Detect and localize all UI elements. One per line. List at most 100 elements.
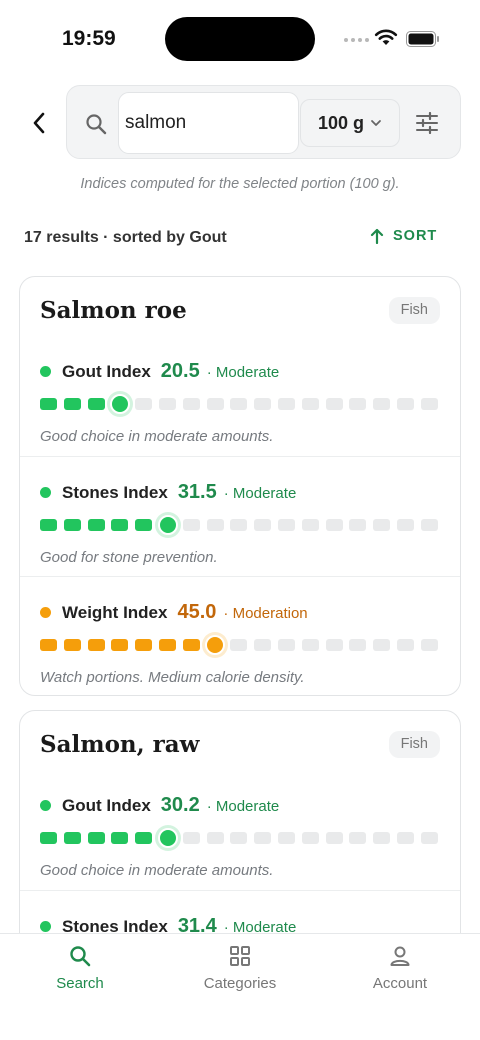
meter-segment-filled [63, 398, 81, 410]
food-card[interactable]: Salmon roe Fish Gout Index 20.5 · Modera… [19, 276, 461, 696]
wifi-icon [374, 29, 398, 45]
portion-note: Indices computed for the selected portio… [80, 176, 400, 192]
meter-segment-filled [135, 832, 153, 844]
nav-label: Categories [203, 975, 277, 992]
meter-segment-filled [40, 639, 57, 651]
bottom-nav: Search Categories Account [0, 933, 480, 1040]
meter-indicator [205, 635, 226, 655]
meter-segment-empty [301, 519, 319, 531]
meter-segment-empty [349, 832, 367, 844]
meter-segment-empty [182, 398, 200, 410]
meter-segment-empty [254, 639, 272, 651]
portion-value: 100 g [317, 112, 365, 133]
meter-segment-empty [420, 519, 438, 531]
index-level: · Moderate [223, 485, 297, 502]
status-bar: 19:59 [0, 0, 480, 76]
status-dot [40, 487, 51, 498]
meter-segment-filled [111, 832, 129, 844]
meter-segment-empty [349, 398, 367, 410]
meter-segment-empty [349, 519, 367, 531]
meter-segment-empty [301, 832, 319, 844]
meter-segment-empty [254, 832, 272, 844]
meter-indicator [157, 828, 178, 848]
meter-segment-empty [159, 398, 176, 410]
weight-index-row: Weight Index 45.0 · Moderation Watch por… [20, 576, 460, 695]
arrow-up-icon [370, 228, 384, 244]
meter-segment-filled [63, 519, 81, 531]
meter-segment-empty [349, 639, 367, 651]
meter-segment-empty [420, 832, 438, 844]
status-dot [40, 607, 51, 618]
meter-segment-empty [373, 398, 391, 410]
battery-icon [406, 31, 439, 47]
index-value: 20.5 [160, 360, 200, 382]
sort-button[interactable]: SORT [370, 228, 437, 244]
meter-segment-empty [230, 832, 248, 844]
index-value: 31.5 [177, 481, 217, 503]
portion-select[interactable]: 100 g [300, 99, 400, 147]
meter-segment-filled [111, 519, 129, 531]
meter-segment-filled [40, 398, 57, 410]
chevron-down-icon [371, 120, 381, 126]
meter-segment-empty [397, 398, 414, 410]
meter-segment-filled [135, 519, 153, 531]
meter-segment-empty [278, 832, 295, 844]
meter-indicator [157, 515, 178, 535]
meter-segment-empty [206, 832, 224, 844]
search-icon [86, 114, 107, 135]
category-tag: Fish [388, 731, 440, 758]
nav-search[interactable]: Search [0, 934, 160, 1014]
back-button[interactable] [24, 106, 54, 140]
index-note: Good choice in moderate amounts. [40, 428, 274, 445]
nav-categories[interactable]: Categories [160, 934, 320, 1014]
filter-button[interactable] [411, 108, 443, 138]
meter-segment-empty [230, 639, 248, 651]
status-dot [40, 921, 51, 932]
meter-segment-filled [182, 639, 200, 651]
meter-segment-filled [135, 639, 153, 651]
index-value: 45.0 [177, 601, 217, 623]
search-input[interactable] [118, 92, 299, 154]
sort-label: SORT [393, 228, 438, 244]
index-meter [40, 394, 440, 414]
meter-segment-filled [111, 639, 129, 651]
meter-segment-empty [397, 832, 414, 844]
nav-account[interactable]: Account [320, 934, 480, 1014]
gout-index-row: Gout Index 20.5 · Moderate Good choice i… [20, 336, 460, 457]
sliders-icon [416, 112, 438, 134]
index-level: · Moderation [223, 605, 308, 622]
meter-segment-empty [301, 398, 319, 410]
meter-segment-empty [182, 832, 200, 844]
meter-segment-filled [63, 639, 81, 651]
meter-segment-empty [397, 519, 414, 531]
meter-segment-empty [206, 398, 224, 410]
meter-segment-empty [397, 639, 414, 651]
status-dot [40, 800, 51, 811]
search-icon [70, 946, 91, 967]
index-name: Gout Index [62, 796, 151, 815]
index-note: Watch portions. Medium calorie density. [40, 669, 305, 686]
meter-segment-empty [373, 832, 391, 844]
meter-segment-empty [420, 398, 438, 410]
food-card[interactable]: Salmon, raw Fish Gout Index 30.2 · Moder… [19, 710, 461, 970]
chevron-left-icon [33, 112, 45, 134]
gout-index-row: Gout Index 30.2 · Moderate Good choice i… [20, 770, 460, 891]
meter-segment-empty [325, 519, 343, 531]
index-level: · Moderate [206, 798, 280, 815]
index-name: Stones Index [62, 483, 168, 502]
meter-segment-empty [301, 639, 319, 651]
meter-segment-empty [420, 639, 438, 651]
index-name: Weight Index [62, 603, 168, 622]
meter-segment-empty [182, 519, 200, 531]
meter-segment-empty [278, 398, 295, 410]
meter-segment-empty [135, 398, 153, 410]
meter-segment-empty [325, 639, 343, 651]
meter-segment-filled [40, 832, 57, 844]
index-level: · Moderate [206, 364, 280, 381]
index-note: Good choice in moderate amounts. [40, 862, 274, 879]
meter-segment-empty [278, 519, 295, 531]
meter-segment-empty [230, 519, 248, 531]
nav-label: Account [372, 975, 428, 992]
meter-segment-filled [87, 832, 105, 844]
meter-segment-empty [325, 832, 343, 844]
